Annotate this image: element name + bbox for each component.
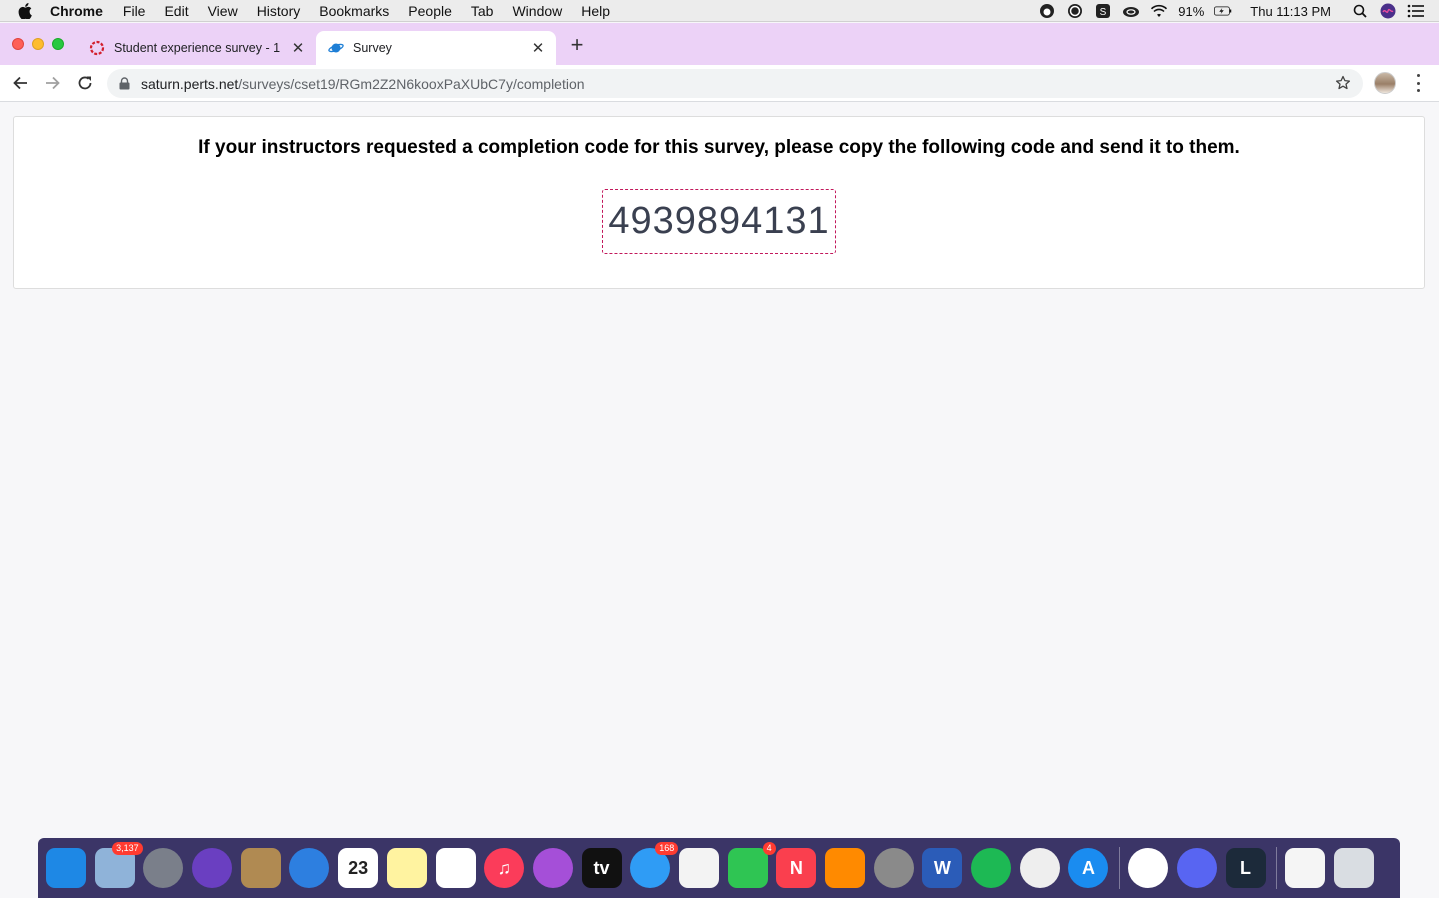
dock-spotify-icon[interactable] bbox=[971, 848, 1012, 888]
dock-messages-icon[interactable]: 168 bbox=[630, 842, 679, 888]
dock-app-label: W bbox=[933, 857, 951, 878]
window-maximize-button[interactable] bbox=[52, 38, 64, 50]
close-icon[interactable]: ✕ bbox=[290, 40, 306, 57]
completion-card: If your instructors requested a completi… bbox=[13, 116, 1425, 289]
reload-icon[interactable] bbox=[75, 73, 95, 93]
dock-system-preferences-icon[interactable] bbox=[873, 848, 914, 888]
dock-reminders-icon[interactable] bbox=[435, 848, 476, 888]
bookmark-star-icon[interactable] bbox=[1335, 75, 1353, 93]
dock-launchpad-icon[interactable] bbox=[143, 848, 184, 888]
dock-safari-icon[interactable] bbox=[289, 848, 330, 888]
browser-toolbar: saturn.perts.net/surveys/cset19/RGm2Z2N6… bbox=[0, 65, 1439, 102]
notification-badge: 3,137 bbox=[112, 842, 143, 855]
dock-chrome-icon[interactable] bbox=[1019, 848, 1060, 888]
menu-help[interactable]: Help bbox=[581, 3, 610, 19]
dock-app-label: 23 bbox=[348, 857, 369, 878]
globe-icon[interactable] bbox=[1066, 2, 1084, 20]
lock-icon[interactable] bbox=[119, 77, 131, 91]
close-icon[interactable]: ✕ bbox=[530, 40, 546, 57]
window-minimize-button[interactable] bbox=[32, 38, 44, 50]
address-bar[interactable]: saturn.perts.net/surveys/cset19/RGm2Z2N6… bbox=[107, 69, 1363, 98]
svg-text:S: S bbox=[1100, 7, 1107, 18]
new-tab-button[interactable]: + bbox=[566, 34, 588, 57]
dock-document-icon[interactable] bbox=[1285, 848, 1326, 888]
page-content: If your instructors requested a completi… bbox=[0, 102, 1439, 838]
notification-badge: 4 bbox=[762, 842, 776, 855]
cloud-sync-icon[interactable] bbox=[1122, 2, 1140, 20]
dock-league-of-legends-icon[interactable]: L bbox=[1225, 848, 1266, 888]
macos-menubar: Chrome File Edit View History Bookmarks … bbox=[0, 0, 1439, 22]
url-host: saturn.perts.net bbox=[141, 75, 239, 92]
menu-history[interactable]: History bbox=[257, 3, 301, 19]
dock-app-label: L bbox=[1240, 857, 1251, 878]
back-arrow-icon[interactable] bbox=[10, 73, 30, 93]
dock-news-icon[interactable]: N bbox=[776, 848, 817, 888]
menu-app-name[interactable]: Chrome bbox=[50, 3, 103, 19]
dock-app-label: N bbox=[789, 857, 803, 878]
menu-edit[interactable]: Edit bbox=[164, 3, 188, 19]
planet-icon bbox=[328, 40, 344, 56]
forward-arrow-icon[interactable] bbox=[43, 73, 63, 93]
more-options-icon[interactable] bbox=[1410, 74, 1426, 92]
menu-bookmarks[interactable]: Bookmarks bbox=[319, 3, 389, 19]
dock-mail-icon[interactable]: 3,137 bbox=[94, 842, 143, 888]
apple-icon[interactable] bbox=[18, 2, 36, 19]
dock-app-label: A bbox=[1081, 857, 1095, 878]
window-close-button[interactable] bbox=[12, 38, 24, 50]
scrivener-icon[interactable]: S bbox=[1094, 2, 1112, 20]
dock-tv-icon[interactable]: tv bbox=[581, 848, 622, 888]
dock-facetime-icon[interactable]: 4 bbox=[727, 842, 776, 888]
dock-music-icon[interactable]: ♫ bbox=[484, 848, 525, 888]
dock-siri-icon[interactable] bbox=[192, 848, 233, 888]
dock-word-icon[interactable]: W bbox=[922, 848, 963, 888]
ring-icon bbox=[89, 40, 105, 56]
dock-trash-icon[interactable] bbox=[1333, 848, 1374, 888]
menu-view[interactable]: View bbox=[208, 3, 238, 19]
dock-contacts-icon[interactable] bbox=[240, 848, 281, 888]
dock-notes-icon[interactable] bbox=[386, 848, 427, 888]
dock-app-label: tv bbox=[593, 857, 610, 878]
dock-finder-icon[interactable] bbox=[46, 848, 86, 888]
notification-badge: 168 bbox=[655, 842, 679, 855]
dock-books-icon[interactable] bbox=[825, 848, 865, 888]
dock-app-store-icon[interactable]: A bbox=[1068, 848, 1109, 888]
creative-cloud-icon[interactable] bbox=[1038, 2, 1056, 20]
tab-survey[interactable]: Survey ✕ bbox=[316, 31, 556, 65]
profile-avatar[interactable] bbox=[1374, 72, 1396, 94]
notification-center-icon[interactable] bbox=[1407, 2, 1425, 20]
battery-charging-icon[interactable] bbox=[1214, 2, 1232, 20]
wifi-icon[interactable] bbox=[1150, 2, 1168, 20]
menu-people[interactable]: People bbox=[408, 3, 452, 19]
dock-xbox-icon[interactable] bbox=[1128, 848, 1169, 888]
tab-title: Survey bbox=[353, 41, 392, 55]
dock-discord-icon[interactable] bbox=[1176, 848, 1217, 888]
menubar-clock[interactable]: Thu 11:13 PM bbox=[1250, 4, 1331, 19]
menu-window[interactable]: Window bbox=[512, 3, 562, 19]
menubar-status-area: S 91% Thu 11:13 PM bbox=[1038, 0, 1425, 22]
dock-app-label: ♫ bbox=[497, 857, 511, 878]
completion-instructions: If your instructors requested a completi… bbox=[198, 137, 1240, 158]
menu-file[interactable]: File bbox=[123, 3, 146, 19]
dock-separator bbox=[1119, 847, 1121, 889]
dock-separator bbox=[1276, 847, 1278, 889]
spotlight-search-icon[interactable] bbox=[1351, 2, 1369, 20]
battery-percent: 91% bbox=[1178, 3, 1205, 19]
browser-tab-strip: Student experience survey - 1 ✕ Survey ✕… bbox=[0, 23, 1439, 65]
tab-title: Student experience survey - 1 bbox=[114, 41, 281, 55]
dock-calendar-icon[interactable]: 23 bbox=[338, 848, 379, 888]
completion-code[interactable]: 4939894131 bbox=[602, 189, 836, 254]
tab-student-experience-survey[interactable]: Student experience survey - 1 ✕ bbox=[80, 31, 316, 65]
dock-podcasts-icon[interactable] bbox=[532, 848, 573, 888]
url-path: /surveys/cset19/RGm2Z2N6kooxPaXUbC7y/com… bbox=[238, 75, 585, 92]
macos-dock: 3,137 23 ♫ tv 168 4 N W A L bbox=[38, 838, 1400, 898]
siri-icon[interactable] bbox=[1379, 2, 1397, 20]
menu-tab[interactable]: Tab bbox=[471, 3, 494, 19]
dock-photos-icon[interactable] bbox=[678, 848, 719, 888]
